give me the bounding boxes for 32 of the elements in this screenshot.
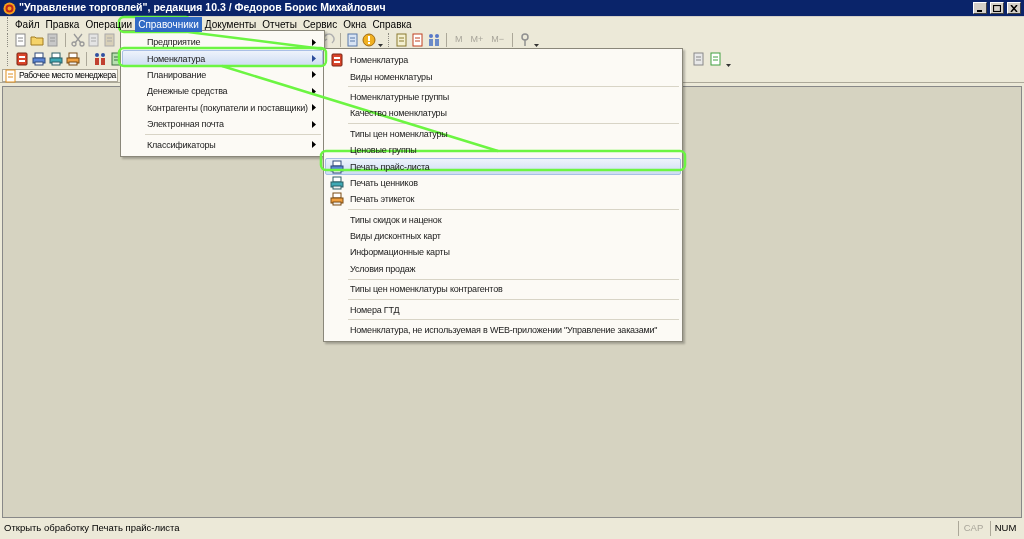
menu-item[interactable]: Печать ценников [325,174,681,192]
menu-item[interactable]: Предприятие [122,34,323,51]
menu-bar-item[interactable]: Файл [12,16,43,32]
menu-bar-item[interactable]: Правка [42,16,83,32]
menu-bar-item[interactable]: Окна [340,16,370,32]
menu-item[interactable]: Типы цен номенклатуры [325,125,681,142]
menu-bar-item[interactable]: Отчеты [259,16,300,32]
menu-item[interactable]: Денежные средства [122,83,323,100]
menu-item[interactable]: Контрагенты (покупатели и поставщики) [122,99,323,116]
window-title: "Управление торговлей", редакция 10.3 / Федоров Борис Михайлович [19,0,387,16]
panel-tab[interactable]: Рабочее место менеджера [2,69,118,82]
menu-bar-item[interactable]: Сервис [299,16,341,32]
menu-item[interactable]: Классификаторы [122,136,323,153]
menu-item[interactable]: Электронная почта [122,115,323,133]
menu-item[interactable]: Виды номенклатуры [325,68,681,85]
menu-item[interactable]: Номенклатура [325,52,681,69]
status-message: Открыть обработку Печать прайс-листа [4,521,181,536]
menu-item[interactable]: Планирование [122,66,323,84]
menu-item[interactable]: Номенклатурные группы [325,88,681,106]
menu-item[interactable]: Номенклатура [122,50,323,67]
menu-item[interactable]: Типы цен номенклатуры контрагентов [325,281,681,298]
keyboard-indicator: NUM [990,521,1020,536]
menu-item[interactable]: Условия продаж [325,260,681,278]
menu-item[interactable]: Печать этикеток [325,191,681,208]
keyboard-indicator: CAP [958,521,988,536]
menu-item[interactable]: Типы скидок и наценок [325,211,681,228]
menu-bar-item[interactable]: Документы [201,16,260,32]
menu-item[interactable]: Номера ГТД [325,301,681,318]
menu-bar-item[interactable]: Справка [369,16,415,32]
menu-item[interactable]: Виды дисконтных карт [325,227,681,245]
menu-item[interactable]: Номенклатура, не используемая в WEB-приложении "Управление заказами" [325,321,681,339]
menu-item[interactable]: Информационные карты [325,244,681,261]
